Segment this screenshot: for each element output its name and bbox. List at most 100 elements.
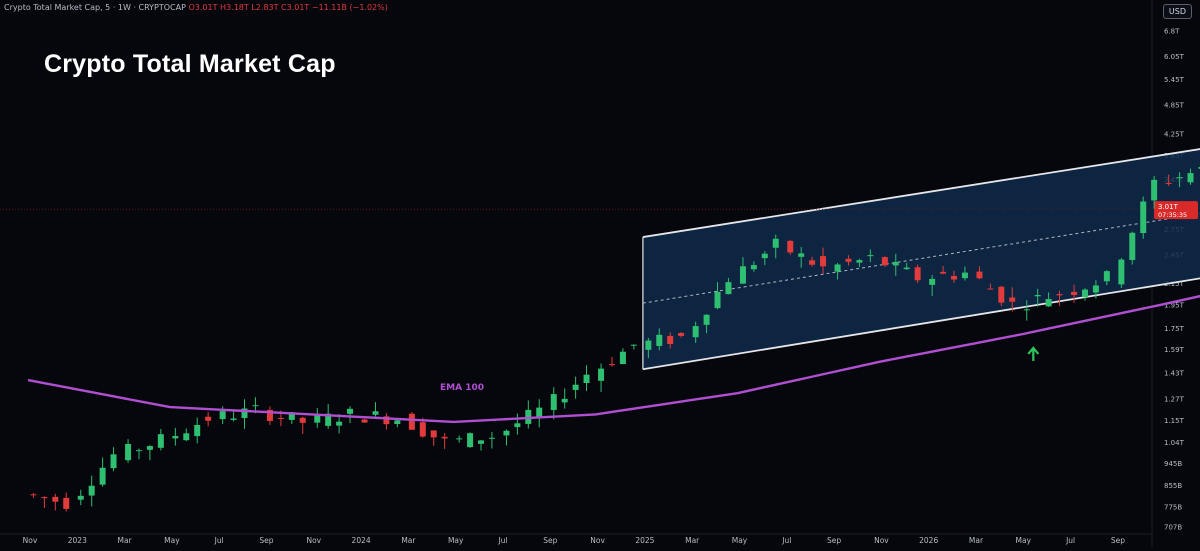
price-chart[interactable]: 6.8T6.05T5.45T4.85T4.25T3.85T3.45T3.01T2… [0, 0, 1200, 547]
candle-body [772, 238, 779, 248]
channel-fill [642, 149, 1200, 370]
currency-button[interactable]: USD [1162, 4, 1192, 19]
candle-body [488, 437, 495, 439]
candle-body [135, 450, 142, 452]
x-tick-label: Nov [23, 536, 38, 545]
candle-body [725, 282, 732, 295]
candle-body [940, 271, 947, 274]
candle-body [430, 430, 437, 438]
candle-body [1081, 289, 1088, 298]
candle-body [703, 314, 710, 325]
high-value: H3.18T [220, 3, 249, 12]
x-tick-label: Nov [590, 536, 605, 545]
candle-body [230, 418, 237, 420]
candle-body [99, 467, 106, 485]
candle-body [1165, 182, 1172, 184]
y-tick-label: 4.85T [1164, 102, 1185, 110]
x-tick-label: Jul [781, 536, 791, 545]
x-tick-label: Mar [969, 536, 984, 545]
y-tick-label: 5.45T [1164, 76, 1185, 84]
candle-body [1034, 295, 1041, 297]
candle-body [1176, 177, 1183, 179]
candle-body [88, 485, 95, 496]
candle-body [892, 261, 899, 266]
y-tick-label: 1.04T [1164, 439, 1185, 447]
candle-body [77, 495, 84, 500]
candle-body [419, 422, 426, 437]
candle-body [219, 411, 226, 420]
ema-label: EMA 100 [440, 383, 484, 393]
open-value: O3.01T [188, 3, 218, 12]
x-tick-label: Jul [497, 536, 507, 545]
candle-body [1056, 294, 1063, 296]
candle-body [372, 411, 379, 415]
candle-body [252, 405, 259, 407]
y-tick-label: 6.05T [1164, 53, 1185, 61]
x-tick-label: Sep [1111, 536, 1125, 545]
candle-body [456, 438, 463, 440]
y-tick-label: 1.15T [1164, 417, 1185, 425]
candle-body [619, 351, 626, 365]
x-tick-label: Sep [259, 536, 273, 545]
candle-body [299, 417, 306, 423]
candle-body [63, 497, 70, 509]
candle-body [536, 407, 543, 418]
chart-title: Crypto Total Market Cap [44, 50, 336, 78]
x-tick-label: May [164, 536, 180, 545]
candle-body [1187, 173, 1194, 183]
candle-body [52, 496, 59, 502]
y-tick-label: 1.27T [1164, 395, 1185, 403]
x-tick-label: Jul [214, 536, 224, 545]
candle-body [583, 374, 590, 384]
candle-body [714, 291, 721, 309]
candle-body [598, 368, 605, 381]
candle-body [998, 286, 1005, 303]
x-tick-label: Nov [874, 536, 889, 545]
x-tick-label: 2025 [635, 536, 654, 545]
y-tick-label: 1.59T [1164, 346, 1185, 354]
y-tick-label: 4.25T [1164, 131, 1185, 139]
candle-body [929, 278, 936, 285]
y-tick-label: 707B [1164, 524, 1182, 532]
x-tick-label: May [1016, 536, 1032, 545]
candle-body [1140, 201, 1147, 234]
x-tick-label: Sep [543, 536, 557, 545]
candle-body [1103, 271, 1110, 282]
countdown-text: 07:35:35 [1158, 211, 1187, 219]
x-tick-label: May [448, 536, 464, 545]
candle-body [867, 255, 874, 257]
candle-body [1009, 297, 1016, 302]
candle-body [1118, 259, 1125, 285]
close-value: C3.01T [281, 3, 310, 12]
candle-body [125, 443, 132, 461]
candle-body [361, 419, 368, 423]
chart-area[interactable]: 6.8T6.05T5.45T4.85T4.25T3.85T3.45T3.01T2… [0, 0, 1200, 547]
candle-body [809, 260, 816, 265]
candle-body [572, 384, 579, 390]
candle-body [667, 335, 674, 344]
candle-body [678, 332, 685, 336]
candle-body [478, 440, 485, 444]
x-tick-label: 2026 [919, 536, 938, 545]
candle-body [856, 260, 863, 263]
candle-body [514, 423, 521, 428]
x-tick-label: May [732, 536, 748, 545]
candle-body [561, 398, 568, 403]
x-tick-label: 2023 [68, 536, 87, 545]
candle-body [820, 256, 827, 267]
candle-body [172, 436, 179, 439]
candle-body [645, 340, 652, 350]
candle-body [1023, 309, 1030, 311]
symbol-label: Crypto Total Market Cap, 5 · 1W · CRYPTO… [4, 3, 186, 12]
candle-body [110, 454, 117, 469]
x-tick-label: 2024 [352, 536, 371, 545]
candle-body [183, 433, 190, 441]
candle-body [1151, 179, 1158, 201]
y-tick-label: 855B [1164, 482, 1182, 490]
candle-body [1129, 232, 1136, 261]
candle-body [441, 436, 448, 439]
candle-body [951, 275, 958, 280]
y-tick-label: 6.8T [1164, 28, 1180, 36]
candle-body [347, 408, 354, 414]
x-tick-label: Sep [827, 536, 841, 545]
